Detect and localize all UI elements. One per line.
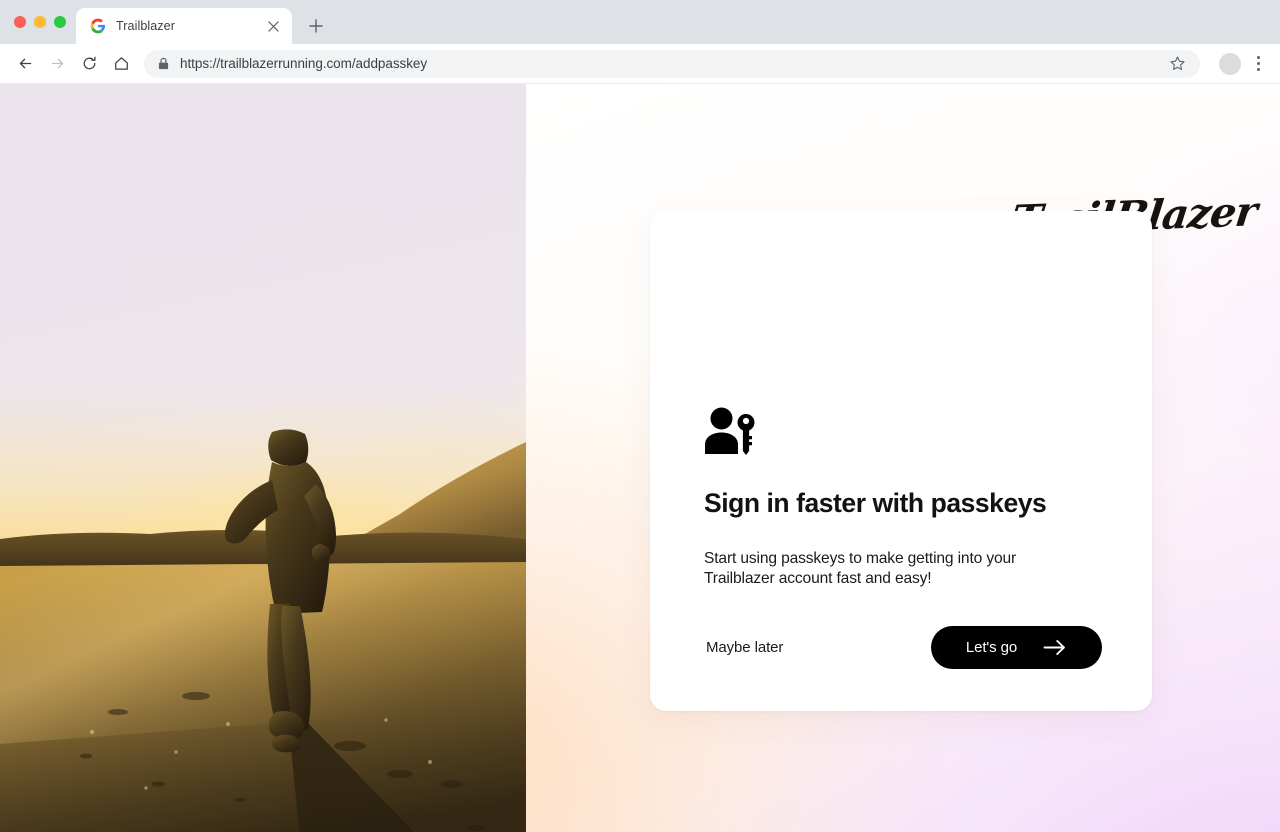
card-actions: Maybe later Let's go [704, 626, 1102, 669]
tab-title: Trailblazer [116, 19, 175, 33]
person-with-key-icon [704, 407, 756, 455]
passkey-card: Sign in faster with passkeys Start using… [650, 211, 1152, 711]
kebab-menu-icon[interactable] [1248, 52, 1268, 76]
close-window-button[interactable] [14, 16, 26, 28]
browser-window: Trailblazer https://trailblazerrunning.c… [0, 0, 1280, 832]
minimize-window-button[interactable] [34, 16, 46, 28]
card-description: Start using passkeys to make getting int… [704, 550, 1017, 587]
new-tab-button[interactable] [302, 12, 330, 40]
tab-strip: Trailblazer [0, 0, 1280, 44]
onboarding-panel: TrailBlazer [526, 84, 1280, 832]
window-traffic-lights [12, 0, 76, 44]
star-icon[interactable] [1166, 53, 1188, 75]
arrow-right-icon [1043, 639, 1067, 656]
address-bar[interactable]: https://trailblazerrunning.com/addpasske… [144, 49, 1200, 78]
back-button[interactable] [10, 49, 40, 79]
maybe-later-button[interactable]: Maybe later [704, 631, 785, 664]
home-button[interactable] [106, 49, 136, 79]
hero-image [0, 84, 526, 832]
browser-tab[interactable]: Trailblazer [76, 8, 292, 44]
google-g-icon [90, 18, 106, 34]
profile-avatar[interactable] [1219, 52, 1241, 75]
close-icon[interactable] [264, 17, 282, 35]
forward-button[interactable] [42, 49, 72, 79]
lock-icon [158, 57, 169, 70]
page-title: Sign in faster with passkeys [704, 488, 1047, 518]
reload-button[interactable] [74, 49, 104, 79]
page-viewport: TrailBlazer [0, 84, 1280, 832]
lets-go-button[interactable]: Let's go [931, 626, 1102, 669]
url-text[interactable]: https://trailblazerrunning.com/addpasske… [180, 56, 1155, 71]
lets-go-label: Let's go [965, 639, 1018, 656]
browser-toolbar: https://trailblazerrunning.com/addpasske… [0, 44, 1280, 84]
maximize-window-button[interactable] [54, 16, 66, 28]
